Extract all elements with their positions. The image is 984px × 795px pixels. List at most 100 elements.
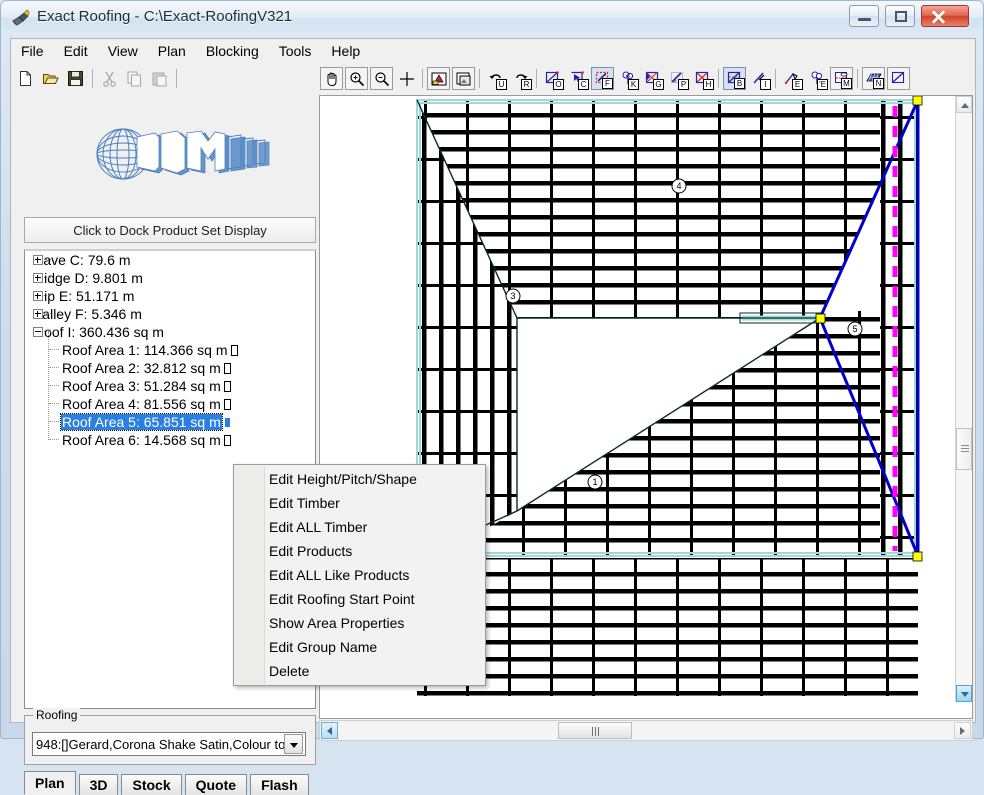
redo-tag: R (521, 79, 532, 90)
scroll-down-button[interactable] (956, 685, 972, 702)
blocking-tool-icon[interactable]: B (723, 67, 746, 90)
application-window: Exact Roofing - C:\Exact-RoofingV321 Fil… (0, 0, 984, 795)
roofing-product-select[interactable]: 948:[]Gerard,Corona Shake Satin,Colour t… (32, 732, 306, 756)
menu-item-view[interactable]: View (98, 40, 148, 62)
chevron-down-icon[interactable] (284, 734, 303, 754)
menu-bar: File Edit View Plan Blocking Tools Help (10, 38, 976, 62)
outline-tool-icon[interactable]: O (541, 67, 564, 90)
expand-icon[interactable] (33, 273, 43, 283)
tree-item-roof-area[interactable]: Roof Area 2: 32.812 sq m (25, 359, 315, 377)
missing-glyph-icon (223, 399, 231, 410)
tab-flash[interactable]: Flash (250, 774, 309, 795)
tree-connector (49, 439, 59, 441)
horizontal-scroll-thumb[interactable] (558, 722, 632, 739)
collapse-icon[interactable] (33, 327, 43, 337)
svg-text:4: 4 (676, 181, 681, 191)
tree-item-roof-area[interactable]: Roof Area 1: 114.366 sq m (25, 341, 315, 359)
crosshair-icon[interactable] (395, 67, 418, 90)
context-menu-item[interactable]: Edit Products (234, 539, 485, 563)
gable-tool-icon[interactable]: G (641, 67, 664, 90)
menu-item-tools[interactable]: Tools (269, 40, 322, 62)
image-overlay-icon[interactable] (427, 67, 450, 90)
paste-icon (148, 67, 171, 90)
face-tool-icon[interactable]: F (591, 67, 614, 90)
menu-item-plan[interactable]: Plan (148, 40, 196, 62)
edge-tool-icon[interactable]: E (780, 67, 803, 90)
context-menu-item[interactable]: Edit Group Name (234, 635, 485, 659)
expand-icon[interactable] (33, 291, 43, 301)
tab-quote[interactable]: Quote (184, 774, 248, 795)
tree-item-roof-area[interactable]: Roof Area 3: 51.284 sq m (25, 377, 315, 395)
minimize-button[interactable] (849, 5, 879, 27)
tree-item-roof-area[interactable]: Roof Area 5: 65.851 sq m (25, 413, 315, 431)
canvas-horizontal-scrollbar[interactable] (319, 720, 973, 741)
tab-stock[interactable]: Stock (121, 774, 182, 795)
svg-text:1: 1 (592, 477, 597, 487)
toolbar-separator (775, 69, 776, 88)
tree-item-label: Roof Area 2: 32.812 sq m (62, 360, 221, 376)
cut-icon (98, 67, 121, 90)
menu-item-file[interactable]: File (11, 40, 54, 62)
scroll-left-button[interactable] (321, 722, 338, 739)
context-menu-item[interactable]: Edit Roofing Start Point (234, 587, 485, 611)
tree-item-measure[interactable]: Roof I: 360.436 sq m (25, 323, 315, 341)
last-tool-icon[interactable] (887, 67, 910, 90)
svg-text:3: 3 (510, 291, 515, 301)
tree-tool-tag: K (628, 79, 639, 90)
bottom-tab-bar: Plan 3D Stock Quote Flash (24, 771, 312, 795)
scroll-right-button[interactable] (954, 722, 971, 739)
missing-glyph-icon (223, 417, 231, 428)
context-menu-item[interactable]: Edit ALL Timber (234, 515, 485, 539)
redo-icon[interactable]: R (509, 67, 532, 90)
selection-handle (912, 96, 923, 106)
tab-3d[interactable]: 3D (78, 774, 119, 795)
tab-plan[interactable]: Plan (24, 771, 76, 795)
close-button[interactable] (921, 5, 969, 27)
menu-item-blocking[interactable]: Blocking (196, 40, 269, 62)
pitch-tool-icon[interactable]: P (666, 67, 689, 90)
line-tool-icon[interactable]: I (748, 67, 771, 90)
new-file-icon[interactable] (14, 67, 37, 90)
cursor-tool-icon[interactable]: C (566, 67, 589, 90)
context-menu-item[interactable]: Edit ALL Like Products (234, 563, 485, 587)
hip-tool-icon[interactable]: H (691, 67, 714, 90)
selection-handle (912, 551, 923, 562)
blocking-tool-tag: B (734, 78, 745, 89)
dock-product-set-button[interactable]: Click to Dock Product Set Display (24, 217, 316, 243)
menu-item-help[interactable]: Help (321, 40, 370, 62)
open-file-icon[interactable] (39, 67, 62, 90)
tree-tool-icon[interactable]: K (616, 67, 639, 90)
tree-connector (49, 367, 59, 369)
menu-item-edit[interactable]: Edit (54, 40, 98, 62)
tree-edge-tool-icon[interactable]: 'E (805, 67, 828, 90)
context-menu-item[interactable]: Show Area Properties (234, 611, 485, 635)
net-tool-icon[interactable]: N (862, 67, 885, 90)
tree-item-measure[interactable]: Hip E: 51.171 m (25, 287, 315, 305)
roof-area-context-menu: Edit Height/Pitch/Shape Edit Timber Edit A… (233, 464, 486, 686)
tree-item-label: Roof Area 3: 51.284 sq m (62, 378, 221, 394)
tree-item-label: Roof Area 6: 14.568 sq m (62, 432, 221, 448)
measure-tool-icon[interactable]: M (830, 67, 853, 90)
canvas-vertical-scrollbar[interactable] (955, 96, 972, 702)
pan-hand-icon[interactable] (320, 67, 343, 90)
image-export-icon[interactable] (452, 67, 475, 90)
context-menu-item[interactable]: Edit Timber (234, 491, 485, 515)
tree-item-measure[interactable]: Ridge D: 9.801 m (25, 269, 315, 287)
tree-item-roof-area[interactable]: Roof Area 6: 14.568 sq m (25, 431, 315, 449)
zoom-in-icon[interactable] (345, 67, 368, 90)
tree-item-roof-area[interactable]: Roof Area 4: 81.556 sq m (25, 395, 315, 413)
tree-item-measure[interactable]: Eave C: 79.6 m (25, 251, 315, 269)
context-menu-item[interactable]: Edit Height/Pitch/Shape (234, 467, 485, 491)
tree-item-label: Roof Area 4: 81.556 sq m (62, 396, 221, 412)
undo-icon[interactable]: U (484, 67, 507, 90)
tree-item-measure[interactable]: Valley F: 5.346 m (25, 305, 315, 323)
zoom-out-icon[interactable] (370, 67, 393, 90)
tree-connector (49, 421, 59, 423)
maximize-button[interactable] (885, 5, 915, 27)
expand-icon[interactable] (33, 255, 43, 265)
save-file-icon[interactable] (64, 67, 87, 90)
expand-icon[interactable] (33, 309, 43, 319)
context-menu-item[interactable]: Delete (234, 659, 485, 683)
scroll-up-button[interactable] (956, 96, 972, 113)
vertical-scroll-thumb[interactable] (956, 428, 972, 470)
